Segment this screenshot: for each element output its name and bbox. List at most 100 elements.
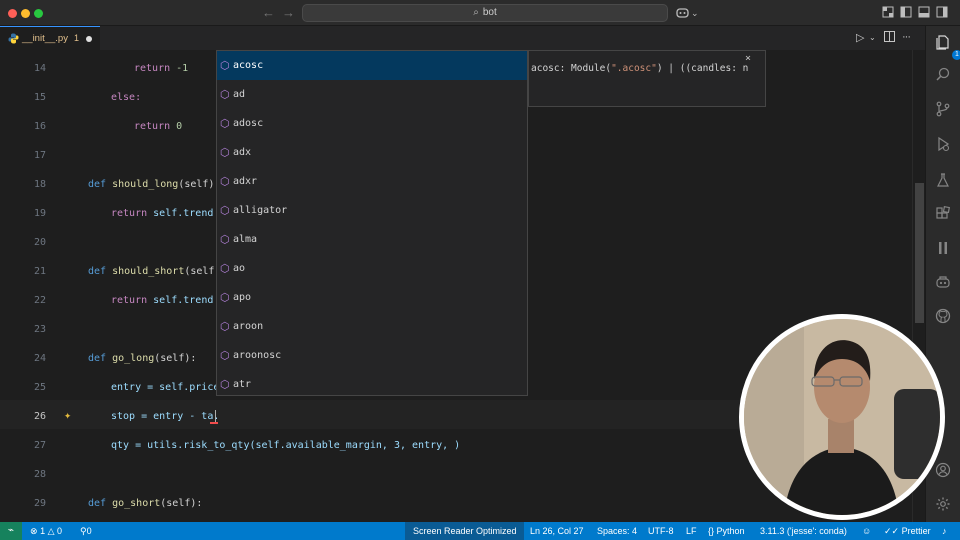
code-text: return -1 (134, 63, 189, 74)
status-bar: ⌁ ⊗ 1 △ 0 ⚲0 Screen Reader Optimized Ln … (0, 522, 960, 540)
eol-status[interactable]: LF (686, 522, 697, 540)
ports-icon: ⚲ (80, 526, 87, 536)
line-number: 20 (33, 237, 46, 248)
module-icon: ⬡ (220, 59, 230, 72)
suggestion-item[interactable]: ⬡ adosc (217, 109, 527, 138)
suggestion-item[interactable]: ⬡ alma (217, 225, 527, 254)
language-label: Python (716, 526, 745, 536)
copilot-sparkle-icon[interactable]: ✦ (64, 408, 71, 422)
minimize-window-button[interactable] (21, 9, 30, 18)
explorer-badge: 1 (952, 50, 960, 60)
copilot-menu-chevron-icon[interactable]: ⌄ (691, 6, 699, 20)
prettier-label: Prettier (901, 526, 931, 536)
ports-status[interactable]: ⚲0 (80, 522, 92, 540)
search-icon[interactable] (934, 66, 952, 84)
warning-count: 0 (57, 526, 63, 536)
line-number: 18 (33, 179, 46, 190)
testing-icon[interactable] (934, 172, 952, 190)
settings-gear-icon[interactable] (934, 496, 952, 514)
suggestion-item[interactable]: ⬡ aroon (217, 312, 527, 341)
account-icon[interactable] (934, 462, 952, 480)
suggestion-item[interactable]: ⬡ atr (217, 370, 527, 399)
pause-icon[interactable] (934, 240, 952, 258)
line-number: 21 (33, 266, 46, 277)
source-control-icon[interactable] (934, 101, 952, 119)
python-interpreter[interactable]: 3.11.3 ('jesse': conda) (760, 522, 847, 540)
search-icon: ⌕ (473, 7, 479, 18)
copilot-icon[interactable] (934, 274, 952, 292)
tab-problem-count: 1 (74, 33, 80, 43)
module-icon: ⬡ (220, 291, 230, 304)
suggestion-item[interactable]: ⬡ ad (217, 80, 527, 109)
line-number: 22 (33, 295, 46, 306)
code-text: entry = self.price (111, 382, 220, 393)
toggle-secondary-sidebar-icon[interactable] (936, 6, 948, 22)
module-icon: ⬡ (220, 88, 230, 101)
error-count: 1 (40, 526, 46, 536)
warning-icon: △ (47, 526, 55, 536)
toggle-sidebar-icon[interactable] (900, 6, 912, 22)
vertical-scrollbar-thumb[interactable] (915, 183, 924, 323)
close-window-button[interactable] (8, 9, 17, 18)
suggestion-details-panel: acosc: Module(".acosc") | ((candles: n × (528, 50, 766, 107)
unsaved-dot-icon[interactable] (86, 36, 92, 42)
customize-layout-icon[interactable] (882, 6, 894, 22)
copilot-status-icon[interactable]: ☺ (862, 522, 871, 540)
error-squiggle (210, 422, 218, 424)
autocomplete-list[interactable]: ⬡ acosc ⬡ ad ⬡ adosc ⬡ adx ⬡ adxr ⬡ alligator … (216, 50, 528, 396)
explorer-icon[interactable]: 1 (934, 34, 960, 60)
title-bar: ← → ⌕ bot ⌄ (0, 0, 960, 26)
code-text: stop = entry - ta. (111, 411, 220, 422)
python-file-icon (8, 33, 19, 44)
screen-reader-status[interactable]: Screen Reader Optimized (413, 522, 517, 540)
run-file-icon[interactable]: ▷ (856, 31, 864, 44)
suggestion-item[interactable]: ⬡ adxr (217, 167, 527, 196)
ports-count: 0 (86, 526, 92, 536)
module-icon: ⬡ (220, 262, 230, 275)
close-details-icon[interactable]: × (745, 53, 751, 64)
run-menu-chevron-icon[interactable]: ⌄ (869, 33, 876, 42)
line-number: 16 (33, 121, 46, 132)
module-icon: ⬡ (220, 204, 230, 217)
remote-indicator-icon[interactable]: ⌁ (0, 522, 22, 540)
prettier-status[interactable]: ✓✓ Prettier (884, 522, 931, 540)
extensions-icon[interactable] (934, 205, 952, 224)
command-center-label: bot (482, 7, 497, 18)
encoding-status[interactable]: UTF-8 (648, 522, 674, 540)
editor-tab-bar: __init__.py 1 ▷ ⌄ ··· (0, 26, 925, 50)
back-arrow-icon[interactable]: ← (262, 5, 275, 20)
command-center-search[interactable]: ⌕ bot (302, 4, 668, 22)
module-icon: ⬡ (220, 233, 230, 246)
line-number: 26 (33, 411, 46, 422)
run-debug-icon[interactable] (934, 136, 952, 154)
module-icon: ⬡ (220, 378, 230, 391)
cursor-position[interactable]: Ln 26, Col 27 (530, 522, 584, 540)
zoom-window-button[interactable] (34, 9, 43, 18)
copilot-icon[interactable] (676, 6, 689, 22)
suggestion-item[interactable]: ⬡ ao (217, 254, 527, 283)
line-number: 17 (33, 150, 46, 161)
more-actions-icon[interactable]: ··· (902, 31, 911, 43)
suggestion-item[interactable]: ⬡ apo (217, 283, 527, 312)
notifications-bell-icon[interactable]: ♪ (942, 522, 947, 540)
tab-init-py[interactable]: __init__.py 1 (0, 26, 100, 50)
language-mode[interactable]: {} Python (708, 522, 745, 540)
suggestion-item[interactable]: ⬡ alligator (217, 196, 527, 225)
code-text: def should_long(self): (88, 179, 221, 190)
suggestion-item[interactable]: ⬡ adx (217, 138, 527, 167)
line-number: 14 (33, 63, 46, 74)
suggestion-item[interactable]: ⬡ acosc (217, 51, 527, 80)
code-text: else: (111, 92, 142, 103)
github-icon[interactable] (934, 308, 952, 326)
suggestion-item[interactable]: ⬡ aroonosc (217, 341, 527, 370)
code-text: qty = utils.risk_to_qty(self.available_m… (111, 440, 461, 451)
error-icon: ⊗ (30, 526, 38, 536)
indentation-status[interactable]: Spaces: 4 (597, 522, 637, 540)
split-editor-icon[interactable] (884, 31, 895, 45)
line-number: 29 (33, 498, 46, 509)
line-number: 24 (33, 353, 46, 364)
toggle-panel-icon[interactable] (918, 6, 930, 22)
problems-status[interactable]: ⊗ 1 △ 0 (30, 522, 62, 540)
forward-arrow-icon[interactable]: → (282, 5, 295, 20)
line-number: 27 (33, 440, 46, 451)
